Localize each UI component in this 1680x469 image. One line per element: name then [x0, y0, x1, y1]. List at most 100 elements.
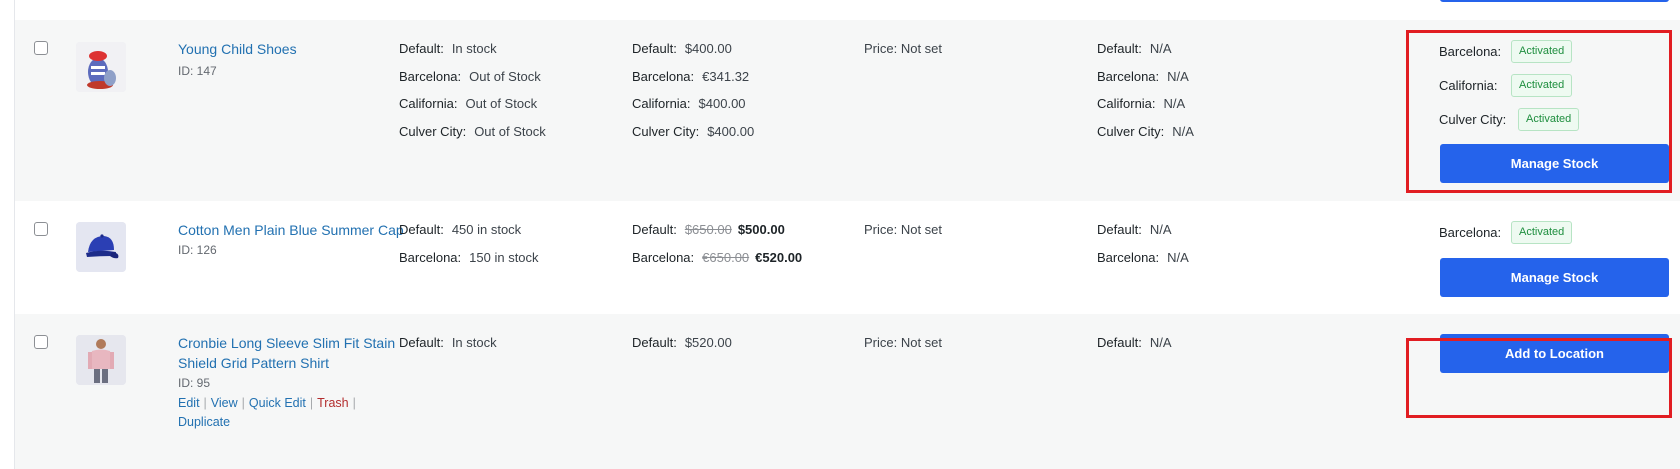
previous-row-button-edge[interactable] [1440, 0, 1669, 2]
extra-label: Barcelona: [1097, 250, 1160, 265]
price-label: Barcelona: [632, 250, 695, 265]
price-label: Default: [632, 335, 677, 350]
extra-barcelona: Barcelona: N/A [1097, 250, 1189, 265]
table-row: Cronbie Long Sleeve Slim Fit Stain Shiel… [15, 314, 1680, 469]
status-badge: Activated [1511, 221, 1573, 244]
extra-value: N/A [1167, 69, 1189, 84]
sale-price: $500.00 [737, 222, 785, 237]
regular-price: $650.00 [684, 222, 732, 237]
price-label: Default: [632, 41, 677, 56]
stock-label: California: [399, 96, 458, 111]
price-note: Price: Not set [864, 222, 943, 237]
extra-label: Barcelona: [1097, 69, 1160, 84]
extra-label: Default: [1097, 41, 1142, 56]
row-actions: Edit | View | Quick Edit | Trash | Duplicate [178, 394, 360, 432]
separator: | [352, 396, 356, 410]
row-checkbox[interactable] [34, 335, 48, 349]
product-thumbnail-shirt[interactable] [76, 335, 126, 385]
stock-value: In stock [451, 335, 497, 350]
extra-label: Default: [1097, 222, 1142, 237]
extra-value: N/A [1149, 335, 1172, 350]
product-id: ID: 126 [178, 243, 217, 257]
status-badge: Activated [1511, 40, 1573, 63]
price-barcelona: Barcelona: €341.32 [632, 69, 749, 84]
status-badge: Activated [1518, 108, 1580, 131]
extra-value: N/A [1172, 124, 1194, 139]
shoe-image [76, 42, 126, 92]
manage-stock-button[interactable]: Manage Stock [1440, 144, 1669, 183]
price-label: California: [632, 96, 691, 111]
trash-link[interactable]: Trash [317, 396, 349, 410]
separator: | [309, 396, 314, 410]
extra-california: California: N/A [1097, 96, 1185, 111]
product-title-link[interactable]: Cronbie Long Sleeve Slim Fit Stain Shiel… [178, 333, 395, 373]
location-label-california: California: [1439, 78, 1498, 93]
stock-default: Default: In stock [399, 41, 497, 56]
duplicate-link[interactable]: Duplicate [178, 413, 360, 432]
stock-label: Default: [399, 41, 444, 56]
stock-default: Default: 450 in stock [399, 222, 521, 237]
stock-value: In stock [451, 41, 497, 56]
shirt-image [76, 335, 126, 385]
price-value: €341.32 [702, 69, 750, 84]
extra-default: Default: N/A [1097, 222, 1171, 237]
product-title-line[interactable]: Cronbie Long Sleeve Slim Fit Stain [178, 333, 395, 353]
separator: | [241, 396, 245, 410]
stock-value: Out of Stock [465, 96, 538, 111]
view-link[interactable]: View [211, 396, 238, 410]
stock-california: California: Out of Stock [399, 96, 537, 111]
extra-value: N/A [1167, 250, 1189, 265]
row-checkbox[interactable] [34, 41, 48, 55]
price-label: Culver City: [632, 124, 700, 139]
stock-value: 150 in stock [469, 250, 539, 265]
product-thumbnail-cap[interactable] [76, 222, 126, 272]
price-default: Default: $650.00 $500.00 [632, 222, 785, 237]
price-culver-city: Culver City: $400.00 [632, 124, 754, 139]
price-barcelona: Barcelona: €650.00 €520.00 [632, 250, 802, 265]
extra-value: N/A [1149, 222, 1172, 237]
location-label-culver-city: Culver City: [1439, 112, 1507, 127]
product-title-link[interactable]: Young Child Shoes [178, 39, 297, 59]
price-label: Barcelona: [632, 69, 695, 84]
extra-default: Default: N/A [1097, 335, 1171, 350]
table-row: Cotton Men Plain Blue Summer Cap ID: 126… [15, 201, 1680, 314]
extra-value: N/A [1163, 96, 1186, 111]
regular-price: €650.00 [702, 250, 750, 265]
manage-stock-button[interactable]: Manage Stock [1440, 258, 1669, 297]
extra-culver-city: Culver City: N/A [1097, 124, 1194, 139]
price-default: Default: $400.00 [632, 41, 732, 56]
product-thumbnail-shoe[interactable] [76, 42, 126, 92]
price-note: Price: Not set [864, 335, 943, 350]
price-note: Price: Not set [864, 41, 943, 56]
stock-default: Default: In stock [399, 335, 497, 350]
stock-culver-city: Culver City: Out of Stock [399, 124, 546, 139]
location-label-barcelona: Barcelona: [1439, 44, 1502, 59]
add-to-location-button[interactable]: Add to Location [1440, 334, 1669, 373]
product-title-link[interactable]: Cotton Men Plain Blue Summer Cap [178, 220, 404, 240]
location-label-barcelona: Barcelona: [1439, 225, 1502, 240]
product-title-line[interactable]: Shield Grid Pattern Shirt [178, 353, 395, 373]
stock-value: Out of Stock [469, 69, 541, 84]
product-id: ID: 147 [178, 64, 217, 78]
extra-value: N/A [1149, 41, 1172, 56]
stock-value: Out of Stock [474, 124, 546, 139]
product-id: ID: 95 [178, 376, 211, 390]
row-checkbox[interactable] [34, 222, 48, 236]
price-value: $400.00 [684, 41, 732, 56]
price-default: Default: $520.00 [632, 335, 732, 350]
extra-default: Default: N/A [1097, 41, 1171, 56]
edit-link[interactable]: Edit [178, 396, 200, 410]
extra-label: Culver City: [1097, 124, 1165, 139]
extra-label: California: [1097, 96, 1156, 111]
extra-label: Default: [1097, 335, 1142, 350]
stock-label: Barcelona: [399, 69, 462, 84]
separator: | [203, 396, 207, 410]
stock-barcelona: Barcelona: 150 in stock [399, 250, 539, 265]
previous-row-stub [15, 0, 1680, 20]
table-row: Young Child Shoes ID: 147 Default: In sto… [15, 20, 1680, 201]
sale-price: €520.00 [755, 250, 803, 265]
stock-label: Default: [399, 222, 444, 237]
quick-edit-link[interactable]: Quick Edit [249, 396, 306, 410]
price-label: Default: [632, 222, 677, 237]
stock-barcelona: Barcelona: Out of Stock [399, 69, 541, 84]
